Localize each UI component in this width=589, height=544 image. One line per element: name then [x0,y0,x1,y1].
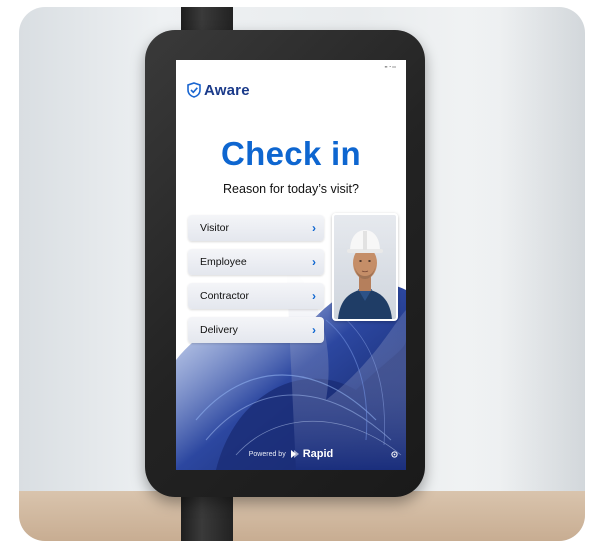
option-visitor-button[interactable]: Visitor › [188,215,324,241]
option-label: Visitor [200,222,229,234]
option-delivery-button[interactable]: Delivery › [188,317,324,343]
visitor-photo [332,213,398,321]
option-label: Employee [200,256,247,268]
aware-logo: Aware [187,80,250,100]
person-in-hard-hat-image [338,230,392,319]
status-bar-icons: ▪▪ ◔ ▭ [384,64,396,69]
option-label: Delivery [200,324,238,336]
brand-name: Aware [204,81,250,99]
chevron-right-icon: › [312,221,316,235]
stand-pole-bottom [181,490,233,541]
option-contractor-button[interactable]: Contractor › [188,283,324,309]
chevron-right-icon: › [312,323,316,337]
kiosk-screen: ▪▪ ◔ ▭ Aware Check in Reason for today’s… [176,60,406,470]
wall-shadow [465,7,585,541]
page-subtitle: Reason for today’s visit? [223,182,359,196]
settings-gear-icon[interactable] [391,451,398,458]
page-title: Check in [221,135,361,172]
powered-by-label: Powered by [248,450,286,458]
option-label: Contractor [200,290,250,302]
chevron-right-icon: › [312,255,316,269]
chevron-right-icon: › [312,289,316,303]
rapid-logo-icon [290,450,299,458]
provider-name: Rapid [302,448,334,460]
powered-by-footer: Powered by Rapid [176,448,406,460]
floor [19,491,585,541]
option-employee-button[interactable]: Employee › [188,249,324,275]
shield-check-icon [187,82,201,98]
